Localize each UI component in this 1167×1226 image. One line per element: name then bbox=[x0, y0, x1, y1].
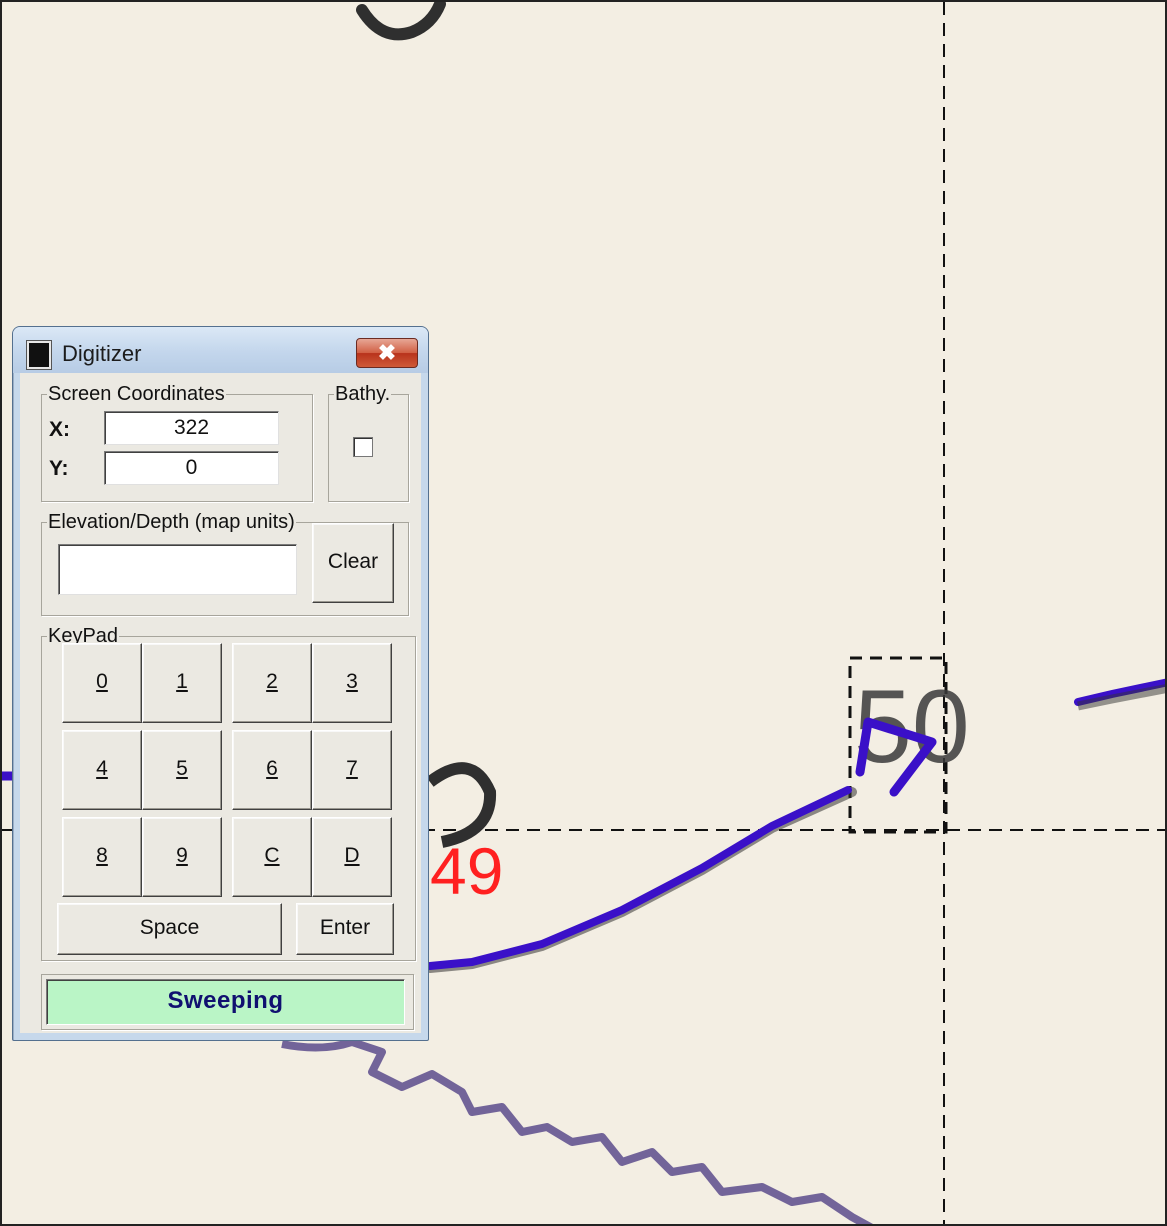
wavy-line bbox=[281, 1038, 874, 1224]
screen-coordinates-legend: Screen Coordinates bbox=[48, 383, 225, 405]
key-4-button[interactable]: 4 bbox=[62, 730, 142, 810]
enter-button[interactable]: Enter bbox=[296, 903, 394, 955]
window-client: Screen Coordinates X: 322 Y: 0 Bathy. El… bbox=[20, 373, 421, 1033]
contour-label-red: 49 bbox=[430, 834, 504, 908]
key-d-button[interactable]: D bbox=[312, 817, 392, 897]
elevation-input[interactable] bbox=[58, 544, 297, 595]
elevation-legend: Elevation/Depth (map units) bbox=[48, 511, 295, 533]
y-label: Y: bbox=[49, 457, 69, 480]
key-c-button[interactable]: C bbox=[232, 817, 312, 897]
contour-fragment-top bbox=[356, 2, 446, 41]
clear-button[interactable]: Clear bbox=[312, 523, 394, 603]
y-coordinate-field[interactable]: 0 bbox=[104, 451, 279, 485]
close-button[interactable]: ✖ bbox=[356, 338, 418, 368]
close-icon: ✖ bbox=[377, 340, 397, 365]
contour-digit-partial bbox=[426, 762, 497, 848]
key-5-button[interactable]: 5 bbox=[142, 730, 222, 810]
x-coordinate-field[interactable]: 322 bbox=[104, 411, 279, 445]
status-indicator: Sweeping bbox=[46, 979, 405, 1025]
key-1-button[interactable]: 1 bbox=[142, 643, 222, 723]
key-2-button[interactable]: 2 bbox=[232, 643, 312, 723]
bathy-checkbox[interactable] bbox=[353, 437, 373, 457]
title-bar[interactable]: Digitizer ✖ bbox=[13, 327, 428, 373]
space-button[interactable]: Space bbox=[57, 903, 282, 955]
app-icon bbox=[27, 341, 51, 369]
key-6-button[interactable]: 6 bbox=[232, 730, 312, 810]
key-9-button[interactable]: 9 bbox=[142, 817, 222, 897]
bathy-legend: Bathy. bbox=[335, 383, 391, 405]
key-3-button[interactable]: 3 bbox=[312, 643, 392, 723]
digitizer-window[interactable]: Digitizer ✖ Screen Coordinates X: 322 Y:… bbox=[12, 326, 429, 1041]
key-0-button[interactable]: 0 bbox=[62, 643, 142, 723]
x-label: X: bbox=[49, 418, 70, 441]
key-7-button[interactable]: 7 bbox=[312, 730, 392, 810]
window-title: Digitizer bbox=[62, 341, 142, 366]
key-8-button[interactable]: 8 bbox=[62, 817, 142, 897]
